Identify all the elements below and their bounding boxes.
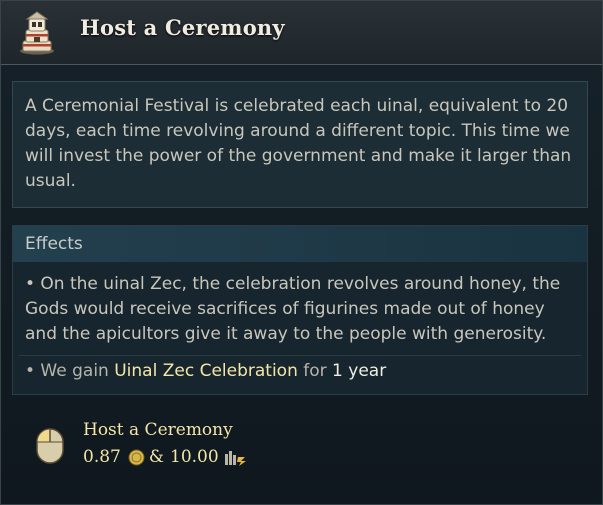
effect-gain-prefix: • We gain (25, 361, 109, 381)
mouse-left-click-icon (36, 428, 64, 464)
effect-description: • On the uinal Zec, the celebration revo… (25, 274, 561, 344)
effects-header: Effects (13, 226, 587, 262)
gold-coin-icon (128, 449, 145, 465)
influence-icon (224, 451, 246, 466)
effects-title: Effects (25, 234, 83, 254)
action-label: Host a Ceremony (83, 420, 233, 440)
cost-separator: & (148, 447, 164, 467)
influence-cost-value: 10.00 (170, 447, 219, 467)
tooltip-header: Host a Ceremony (1, 1, 602, 65)
description-box: A Ceremonial Festival is celebrated each… (12, 81, 588, 208)
gold-cost-value: 0.87 (83, 447, 121, 467)
effects-section: Effects • On the uinal Zec, the celebrat… (12, 225, 588, 395)
description-text: A Ceremonial Festival is celebrated each… (25, 96, 572, 191)
effect-modifier-name: Uinal Zec Celebration (114, 361, 298, 381)
effect-gain-for: for (303, 361, 327, 381)
tooltip-title: Host a Ceremony (80, 15, 285, 40)
effects-divider (19, 355, 581, 356)
effect-duration: 1 year (332, 361, 387, 381)
action-cost: 0.87 & 10.00 (83, 447, 248, 467)
effect-gain-line: • We gain Uinal Zec Celebration for 1 ye… (25, 359, 386, 384)
tooltip-panel: Host a Ceremony A Ceremonial Festival is… (0, 0, 603, 505)
host-ceremony-action[interactable]: Host a Ceremony 0.87 & 10.00 (31, 419, 331, 479)
lighthouse-tower-icon (20, 11, 54, 55)
